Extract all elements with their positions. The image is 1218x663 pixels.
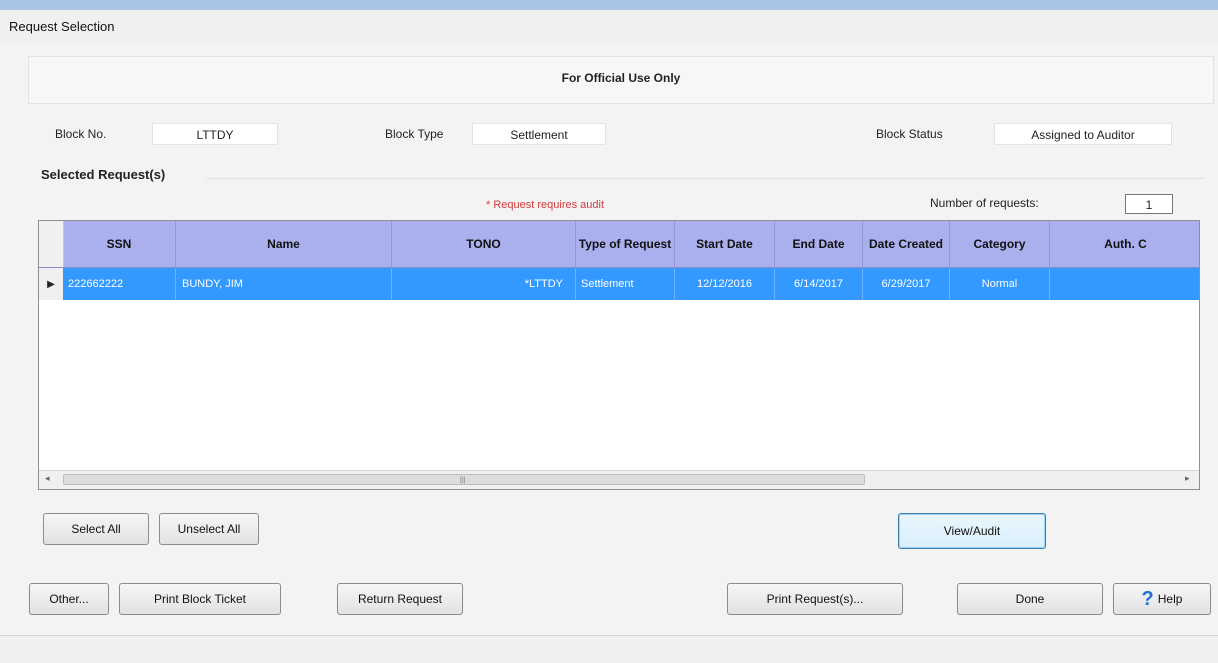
- help-button[interactable]: ? Help: [1113, 583, 1211, 615]
- number-of-requests-label: Number of requests:: [930, 196, 1039, 210]
- return-request-button[interactable]: Return Request: [337, 583, 463, 615]
- window-title: Request Selection: [9, 19, 115, 34]
- grid-corner: [39, 221, 64, 267]
- audit-required-note: * Request requires audit: [486, 199, 605, 211]
- window-top-edge: [0, 0, 1218, 10]
- cell-type-of-request[interactable]: Settlement: [576, 268, 675, 300]
- number-of-requests-field: 1: [1125, 194, 1173, 214]
- column-header-tono[interactable]: TONO: [392, 221, 576, 267]
- print-block-ticket-button[interactable]: Print Block Ticket: [119, 583, 281, 615]
- help-icon: ?: [1141, 588, 1154, 610]
- select-all-button[interactable]: Select All: [43, 513, 149, 545]
- block-status-field[interactable]: Assigned to Auditor: [994, 123, 1172, 145]
- print-requests-button[interactable]: Print Request(s)...: [727, 583, 903, 615]
- section-divider: [206, 178, 1204, 179]
- grid-header: SSN Name TONO Type of Request Start Date…: [39, 221, 1199, 268]
- block-no-label: Block No.: [55, 127, 107, 141]
- cell-end-date[interactable]: 6/14/2017: [775, 268, 863, 300]
- cell-tono[interactable]: *LTTDY: [392, 268, 576, 300]
- scroll-right-icon[interactable]: ▸: [1185, 473, 1190, 484]
- cell-name[interactable]: BUNDY, JIM: [176, 268, 392, 300]
- scrollbar-thumb[interactable]: |||: [63, 474, 865, 485]
- cell-ssn[interactable]: 222662222: [63, 268, 176, 300]
- status-bar: [0, 636, 1218, 663]
- column-header-name[interactable]: Name: [176, 221, 392, 267]
- title-bar: Request Selection: [0, 10, 1218, 43]
- column-header-ssn[interactable]: SSN: [63, 221, 176, 267]
- cell-category[interactable]: Normal: [950, 268, 1050, 300]
- column-header-date-created[interactable]: Date Created: [863, 221, 950, 267]
- unselect-all-button[interactable]: Unselect All: [159, 513, 259, 545]
- cell-auth[interactable]: [1050, 268, 1199, 300]
- column-header-start-date[interactable]: Start Date: [675, 221, 775, 267]
- column-header-auth[interactable]: Auth. C: [1050, 221, 1199, 267]
- requests-grid[interactable]: SSN Name TONO Type of Request Start Date…: [38, 220, 1200, 490]
- official-use-text: For Official Use Only: [561, 71, 681, 85]
- block-status-label: Block Status: [876, 127, 943, 141]
- help-label: Help: [1157, 592, 1183, 606]
- cell-date-created[interactable]: 6/29/2017: [863, 268, 950, 300]
- other-button[interactable]: Other...: [29, 583, 109, 615]
- table-row[interactable]: ▶ 222662222 BUNDY, JIM *LTTDY Settlement…: [39, 268, 1199, 300]
- column-header-end-date[interactable]: End Date: [775, 221, 863, 267]
- block-type-label: Block Type: [385, 127, 444, 141]
- scroll-left-icon[interactable]: ◂: [45, 473, 50, 484]
- cell-start-date[interactable]: 12/12/2016: [675, 268, 775, 300]
- scroll-grip-icon: |||: [460, 477, 466, 484]
- column-header-category[interactable]: Category: [950, 221, 1050, 267]
- official-use-banner: For Official Use Only: [28, 56, 1214, 104]
- selected-requests-heading: Selected Request(s): [41, 167, 166, 182]
- current-row-indicator: ▶: [39, 268, 64, 300]
- block-no-field[interactable]: LTTDY: [152, 123, 278, 145]
- horizontal-scrollbar[interactable]: ◂ ||| ▸: [39, 470, 1199, 489]
- column-header-type-of-request[interactable]: Type of Request: [576, 221, 675, 267]
- block-type-field[interactable]: Settlement: [472, 123, 606, 145]
- view-audit-button[interactable]: View/Audit: [898, 513, 1046, 549]
- done-button[interactable]: Done: [957, 583, 1103, 615]
